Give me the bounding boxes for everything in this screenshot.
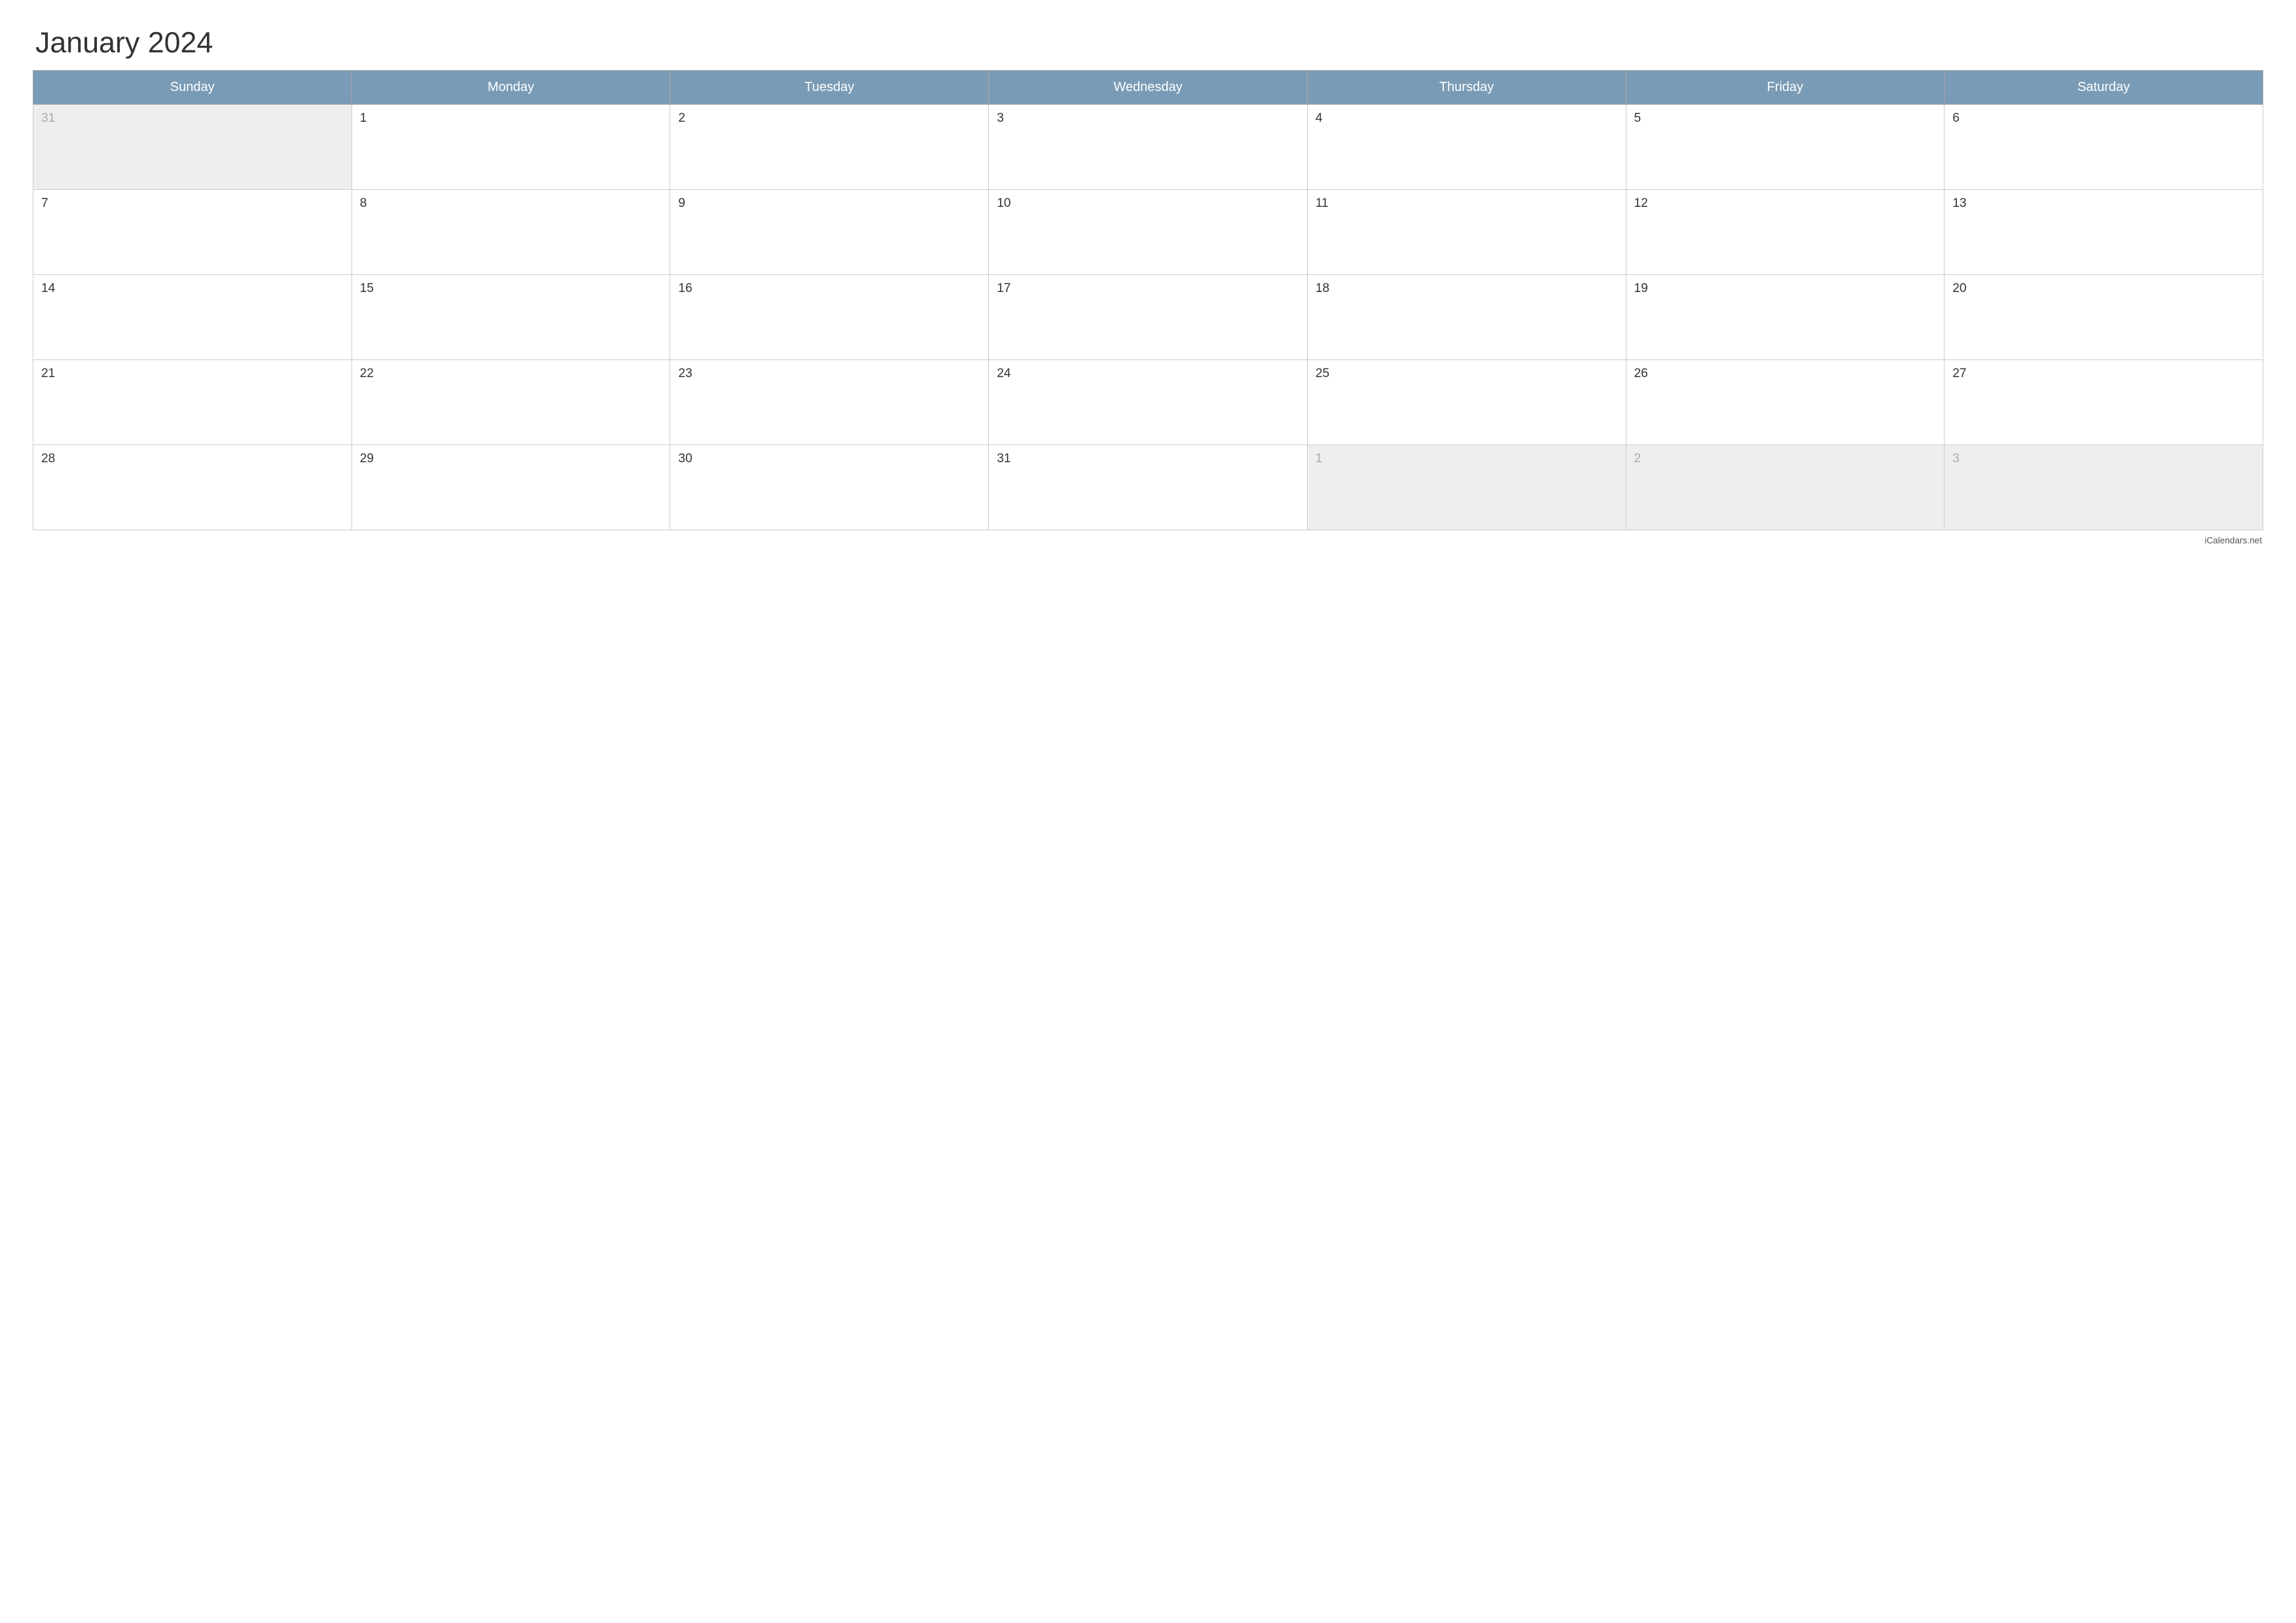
calendar-day-cell[interactable]: 30 [670,445,989,530]
calendar-day-cell[interactable]: 14 [33,275,352,360]
calendar-header-monday: Monday [351,71,670,105]
calendar-day-cell[interactable]: 3 [989,105,1308,190]
day-number: 25 [1316,367,1329,380]
calendar-week-row: 7 8 9 10 11 12 13 [33,190,2263,275]
day-number: 22 [360,367,374,380]
calendar-day-cell[interactable]: 31 [33,105,352,190]
day-number: 21 [41,367,55,380]
calendar-day-cell[interactable]: 8 [351,190,670,275]
calendar-day-cell[interactable]: 12 [1626,190,1945,275]
calendar-day-cell[interactable]: 22 [351,360,670,445]
day-number: 6 [1952,111,1960,125]
day-number: 18 [1316,282,1329,295]
day-number: 3 [997,111,1004,125]
calendar-footer: iCalendars.net [33,536,2263,545]
calendar-day-cell[interactable]: 1 [351,105,670,190]
day-number: 19 [1634,282,1648,295]
calendar-header-row: SundayMondayTuesdayWednesdayThursdayFrid… [33,71,2263,105]
calendar-day-cell[interactable]: 16 [670,275,989,360]
day-number: 2 [678,111,685,125]
day-number: 30 [678,452,692,465]
calendar-day-cell[interactable]: 13 [1945,190,2263,275]
calendar-day-cell[interactable]: 25 [1307,360,1626,445]
day-number: 2 [1634,452,1641,465]
calendar-day-cell[interactable]: 29 [351,445,670,530]
day-number: 31 [997,452,1011,465]
day-number: 11 [1316,196,1329,210]
calendar-header-sunday: Sunday [33,71,352,105]
calendar-day-cell[interactable]: 6 [1945,105,2263,190]
day-number: 4 [1316,111,1323,125]
day-number: 31 [41,111,55,125]
day-number: 1 [1316,452,1323,465]
calendar-day-cell[interactable]: 18 [1307,275,1626,360]
day-number: 13 [1952,196,1966,210]
day-number: 5 [1634,111,1641,125]
day-number: 12 [1634,196,1648,210]
calendar-day-cell[interactable]: 5 [1626,105,1945,190]
day-number: 20 [1952,282,1966,295]
day-number: 29 [360,452,374,465]
calendar-day-cell[interactable]: 20 [1945,275,2263,360]
calendar-header-wednesday: Wednesday [989,71,1308,105]
calendar-day-cell[interactable]: 23 [670,360,989,445]
calendar-day-cell[interactable]: 27 [1945,360,2263,445]
calendar-day-cell[interactable]: 2 [670,105,989,190]
calendar-week-row: 28 29 30 31 1 2 3 [33,445,2263,530]
calendar-header-tuesday: Tuesday [670,71,989,105]
day-number: 1 [360,111,367,125]
calendar-day-cell[interactable]: 17 [989,275,1308,360]
calendar-week-row: 14 15 16 17 18 19 20 [33,275,2263,360]
day-number: 16 [678,282,692,295]
day-number: 27 [1952,367,1966,380]
calendar-day-cell[interactable]: 11 [1307,190,1626,275]
calendar-week-row: 31 1 2 3 4 5 6 [33,105,2263,190]
day-number: 17 [997,282,1011,295]
calendar-day-cell[interactable]: 21 [33,360,352,445]
calendar-day-cell[interactable]: 31 [989,445,1308,530]
calendar-header-thursday: Thursday [1307,71,1626,105]
calendar-day-cell[interactable]: 24 [989,360,1308,445]
day-number: 24 [997,367,1011,380]
calendar-header-friday: Friday [1626,71,1945,105]
calendar-title: January 2024 [33,26,2263,60]
day-number: 28 [41,452,55,465]
day-number: 7 [41,196,48,210]
calendar-day-cell[interactable]: 19 [1626,275,1945,360]
day-number: 9 [678,196,685,210]
calendar-day-cell[interactable]: 1 [1307,445,1626,530]
day-number: 3 [1952,452,1960,465]
calendar-body: 3112345678910111213141516171819202122232… [33,105,2263,530]
calendar-day-cell[interactable]: 2 [1626,445,1945,530]
day-number: 23 [678,367,692,380]
day-number: 10 [997,196,1011,210]
day-number: 14 [41,282,55,295]
day-number: 15 [360,282,374,295]
calendar-day-cell[interactable]: 28 [33,445,352,530]
calendar-day-cell[interactable]: 26 [1626,360,1945,445]
calendar-day-cell[interactable]: 3 [1945,445,2263,530]
calendar-day-cell[interactable]: 10 [989,190,1308,275]
calendar-day-cell[interactable]: 4 [1307,105,1626,190]
calendar-day-cell[interactable]: 7 [33,190,352,275]
calendar-day-cell[interactable]: 15 [351,275,670,360]
day-number: 26 [1634,367,1648,380]
calendar-day-cell[interactable]: 9 [670,190,989,275]
calendar-table: SundayMondayTuesdayWednesdayThursdayFrid… [33,70,2263,530]
calendar-week-row: 21 22 23 24 25 26 27 [33,360,2263,445]
calendar-header-saturday: Saturday [1945,71,2263,105]
day-number: 8 [360,196,367,210]
